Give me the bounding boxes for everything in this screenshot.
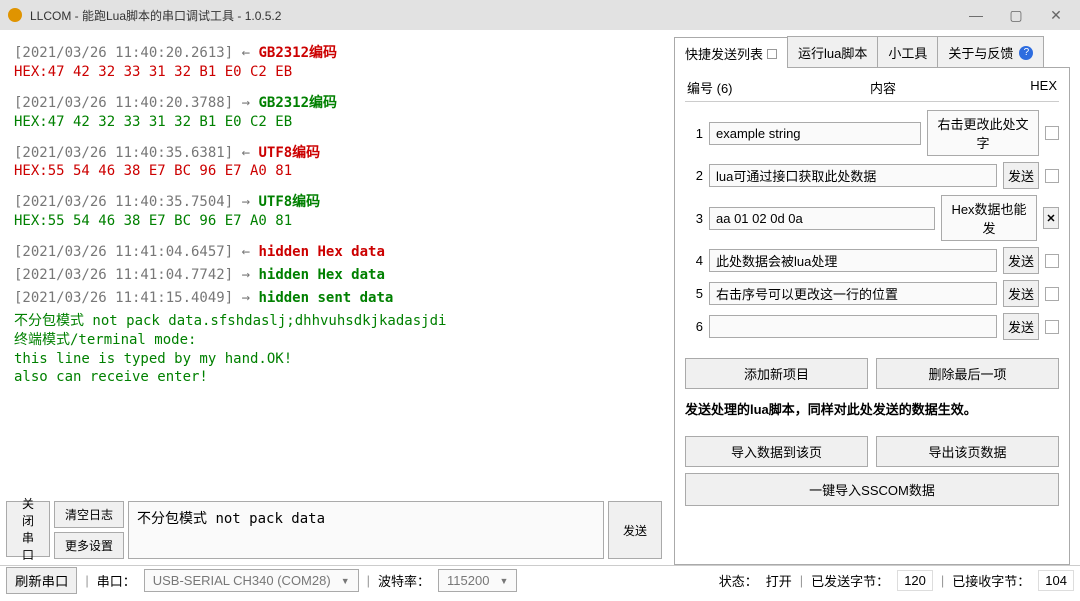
row-number[interactable]: 3 xyxy=(685,211,703,226)
log-entry: [2021/03/26 11:41:04.6457] ← hidden Hex … xyxy=(14,243,662,262)
row-send-button[interactable]: 发送 xyxy=(1003,313,1039,340)
row-content-input[interactable] xyxy=(709,315,997,338)
clear-log-button[interactable]: 清空日志 xyxy=(54,501,124,528)
row-send-button[interactable]: 发送 xyxy=(1003,247,1039,274)
hex-checkbox[interactable] xyxy=(1045,287,1059,301)
baud-combo[interactable]: 115200▼ xyxy=(438,569,517,592)
header-content: 内容 xyxy=(743,78,1023,97)
log-line: 不分包模式 not pack data.sfshdaslj;dhhvuhsdkj… xyxy=(14,312,662,331)
header-id: 编号 (6) xyxy=(687,78,743,97)
state-value: 打开 xyxy=(766,571,792,590)
log-line: also can receive enter! xyxy=(14,368,662,387)
import-sscom-button[interactable]: 一键导入SSCOM数据 xyxy=(685,473,1059,506)
tab-about[interactable]: 关于与反馈? xyxy=(937,36,1044,67)
tab-icon xyxy=(767,49,777,59)
log-line: this line is typed by my hand.OK! xyxy=(14,350,662,369)
quick-send-header: 编号 (6) 内容 HEX xyxy=(685,78,1059,102)
close-port-button[interactable]: 关闭 串口 xyxy=(6,501,50,557)
titlebar: LLCOM - 能跑Lua脚本的串口调试工具 - 1.0.5.2 — ▢ ✕ xyxy=(0,0,1080,30)
row-number[interactable]: 2 xyxy=(685,168,703,183)
quick-send-row: 6 发送 xyxy=(685,313,1059,340)
maximize-button[interactable]: ▢ xyxy=(996,0,1036,30)
send-input[interactable]: 不分包模式 not pack data xyxy=(128,501,604,559)
port-combo[interactable]: USB-SERIAL CH340 (COM28)▼ xyxy=(144,569,359,592)
hex-checkbox[interactable] xyxy=(1045,320,1059,334)
log-entry: [2021/03/26 11:41:15.4049] → hidden sent… xyxy=(14,289,662,308)
row-content-input[interactable] xyxy=(709,122,921,145)
statusbar: 刷新串口 | 串口： USB-SERIAL CH340 (COM28)▼ | 波… xyxy=(0,565,1080,595)
help-icon: ? xyxy=(1019,46,1033,60)
row-content-input[interactable] xyxy=(709,249,997,272)
row-close-button[interactable]: ✕ xyxy=(1043,207,1059,229)
tab-bar: 快捷发送列表 运行lua脚本 小工具 关于与反馈? xyxy=(674,36,1070,68)
row-send-button[interactable]: 发送 xyxy=(1003,280,1039,307)
row-content-input[interactable] xyxy=(709,207,935,230)
more-settings-button[interactable]: 更多设置 xyxy=(54,532,124,559)
chevron-down-icon: ▼ xyxy=(499,576,508,586)
minimize-button[interactable]: — xyxy=(956,0,996,30)
port-label: 串口： xyxy=(97,571,136,590)
row-content-input[interactable] xyxy=(709,282,997,305)
sent-value: 120 xyxy=(897,570,933,591)
tab-run-lua[interactable]: 运行lua脚本 xyxy=(787,36,878,67)
quick-send-row: 5 发送 xyxy=(685,280,1059,307)
row-number[interactable]: 6 xyxy=(685,319,703,334)
quick-send-row: 2 发送 xyxy=(685,162,1059,189)
quick-send-row: 4 发送 xyxy=(685,247,1059,274)
row-action-button[interactable]: 右击更改此处文字 xyxy=(927,110,1039,156)
window-title: LLCOM - 能跑Lua脚本的串口调试工具 - 1.0.5.2 xyxy=(30,7,956,24)
row-send-button[interactable]: 发送 xyxy=(1003,162,1039,189)
log-line: 终端模式/terminal mode: xyxy=(14,331,662,350)
script-note: 发送处理的lua脚本，同样对此处发送的数据生效。 xyxy=(685,399,1059,418)
log-entry: [2021/03/26 11:40:20.2613] ← GB2312编码 HE… xyxy=(14,44,662,82)
hex-checkbox[interactable] xyxy=(1045,254,1059,268)
refresh-port-button[interactable]: 刷新串口 xyxy=(6,567,77,594)
log-output: [2021/03/26 11:40:20.2613] ← GB2312编码 HE… xyxy=(6,36,662,497)
state-label: 状态： xyxy=(719,571,758,590)
row-number[interactable]: 5 xyxy=(685,286,703,301)
delete-last-button[interactable]: 删除最后一项 xyxy=(876,358,1059,389)
send-button[interactable]: 发送 xyxy=(608,501,662,559)
row-number[interactable]: 1 xyxy=(685,126,703,141)
recv-label: 已接收字节： xyxy=(952,571,1030,590)
row-number[interactable]: 4 xyxy=(685,253,703,268)
header-hex: HEX xyxy=(1023,78,1057,97)
tab-tools[interactable]: 小工具 xyxy=(877,36,938,67)
log-entry: [2021/03/26 11:40:35.7504] → UTF8编码 HEX:… xyxy=(14,193,662,231)
quick-send-row: 1 右击更改此处文字 xyxy=(685,110,1059,156)
row-action-button[interactable]: Hex数据也能发 xyxy=(941,195,1037,241)
chevron-down-icon: ▼ xyxy=(341,576,350,586)
sent-label: 已发送字节： xyxy=(811,571,889,590)
export-button[interactable]: 导出该页数据 xyxy=(876,436,1059,467)
close-button[interactable]: ✕ xyxy=(1036,0,1076,30)
hex-checkbox[interactable] xyxy=(1045,169,1059,183)
log-entry: [2021/03/26 11:40:20.3788] → GB2312编码 HE… xyxy=(14,94,662,132)
import-button[interactable]: 导入数据到该页 xyxy=(685,436,868,467)
tab-quick-send[interactable]: 快捷发送列表 xyxy=(674,37,788,68)
hex-checkbox[interactable] xyxy=(1045,126,1059,140)
recv-value: 104 xyxy=(1038,570,1074,591)
log-entry: [2021/03/26 11:41:04.7742] → hidden Hex … xyxy=(14,266,662,285)
log-entry: [2021/03/26 11:40:35.6381] ← UTF8编码 HEX:… xyxy=(14,144,662,182)
add-item-button[interactable]: 添加新项目 xyxy=(685,358,868,389)
quick-send-row: 3 Hex数据也能发 ✕ xyxy=(685,195,1059,241)
row-content-input[interactable] xyxy=(709,164,997,187)
quick-send-panel: 编号 (6) 内容 HEX 1右击更改此处文字2发送3Hex数据也能发✕4发送5… xyxy=(674,68,1070,565)
app-icon xyxy=(8,8,22,22)
baud-label: 波特率： xyxy=(378,571,430,590)
